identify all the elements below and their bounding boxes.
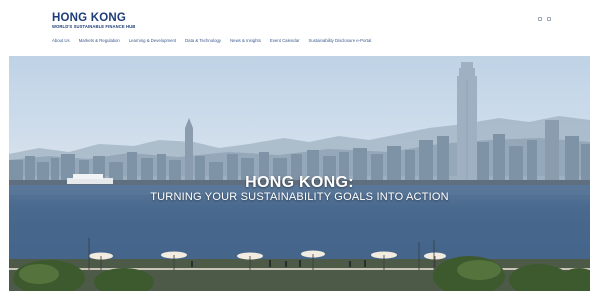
- header-icons: [538, 17, 551, 21]
- main-nav: About Us Markets & Regulation Learning &…: [52, 38, 380, 44]
- nav-item-learning-development[interactable]: Learning & Development: [129, 38, 176, 44]
- logo-title: HONG KONG: [52, 12, 126, 24]
- nav-item-markets-regulation[interactable]: Markets & Regulation: [79, 38, 120, 44]
- hero-title: HONG KONG:: [245, 174, 354, 191]
- site-logo[interactable]: HONG KONG WORLD'S SUSTAINABLE FINANCE HU…: [52, 12, 135, 30]
- menu-icon[interactable]: [547, 17, 551, 21]
- nav-item-news-insights[interactable]: News & Insights: [230, 38, 261, 44]
- hero-banner: HONG KONG: TURNING YOUR SUSTAINABILITY G…: [9, 56, 590, 291]
- logo-subtitle: WORLD'S SUSTAINABLE FINANCE HUB: [52, 24, 136, 29]
- site-header: HONG KONG WORLD'S SUSTAINABLE FINANCE HU…: [0, 0, 597, 56]
- nav-item-about-us[interactable]: About Us: [52, 38, 70, 44]
- search-icon[interactable]: [538, 17, 542, 21]
- hero-subtitle: TURNING YOUR SUSTAINABILITY GOALS INTO A…: [150, 191, 449, 203]
- nav-item-data-technology[interactable]: Data & Technology: [185, 38, 221, 44]
- nav-item-event-calendar[interactable]: Event Calendar: [270, 38, 300, 44]
- nav-item-sustainability-disclosure-portal[interactable]: Sustainability Disclosure e-Portal: [309, 38, 372, 44]
